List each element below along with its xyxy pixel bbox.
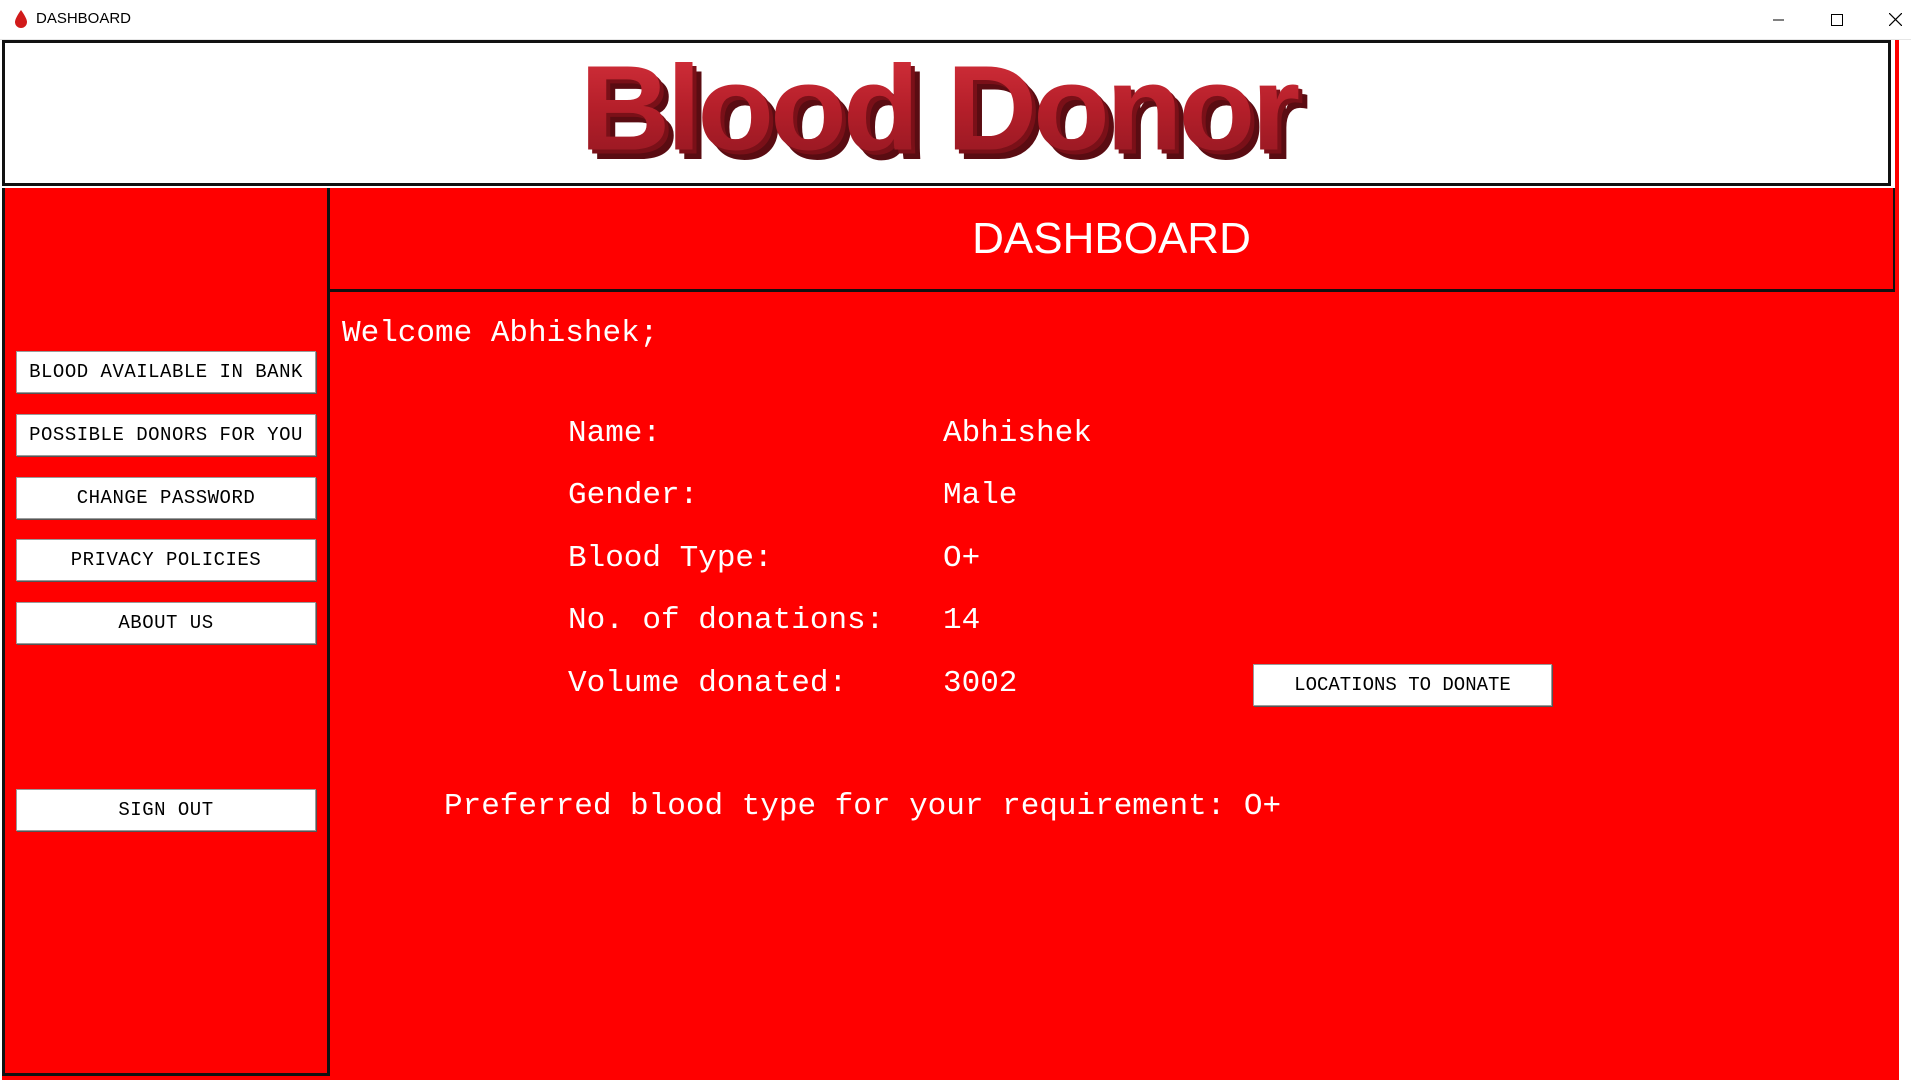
name-value: Abhishek [943,416,1092,451]
sign-out-button[interactable]: SIGN OUT [16,789,316,831]
gender-value: Male [943,478,1018,513]
logo-text: Blood Donor [580,43,1299,176]
minimize-button[interactable] [1750,0,1808,39]
welcome-text: Welcome Abhishek; [342,316,659,351]
maximize-icon [1831,13,1843,26]
close-button[interactable] [1866,0,1911,39]
name-label: Name: [568,416,662,451]
preferred-blood-type-text: Preferred blood type for your requiremen… [444,789,1282,824]
content-area: BLOOD AVAILABLE IN BANK POSSIBLE DONORS … [2,188,1897,1080]
minimize-icon [1773,19,1784,20]
banner: Blood Donor Blood Donor Blood Donor [2,40,1891,186]
title-bar: DASHBOARD [0,0,1911,40]
blood-type-value: O+ [943,541,981,576]
possible-donors-button[interactable]: POSSIBLE DONORS FOR YOU [16,414,316,456]
close-icon [1888,13,1902,26]
donations-count-value: 14 [943,603,981,638]
gender-label: Gender: [568,478,699,513]
window-border [1895,40,1899,1080]
locations-to-donate-button[interactable]: LOCATIONS TO DONATE [1253,664,1552,706]
maximize-button[interactable] [1808,0,1866,39]
page-title: DASHBOARD [972,213,1251,263]
blood-drop-icon [15,10,27,28]
change-password-button[interactable]: CHANGE PASSWORD [16,477,316,519]
privacy-policies-button[interactable]: PRIVACY POLICIES [16,539,316,581]
blood-available-button[interactable]: BLOOD AVAILABLE IN BANK [16,351,316,393]
blood-type-label: Blood Type: [568,541,773,576]
about-us-button[interactable]: ABOUT US [16,602,316,644]
window-edge [1897,40,1911,1080]
dashboard-header: DASHBOARD [330,188,1896,292]
donations-count-label: No. of donations: [568,603,885,638]
volume-donated-label: Volume donated: [568,666,848,701]
window-title: DASHBOARD [36,10,132,27]
app-window: DASHBOARD Blood Donor Blood Donor Blood … [0,0,1911,1080]
volume-donated-value: 3002 [943,666,1018,701]
sidebar: BLOOD AVAILABLE IN BANK POSSIBLE DONORS … [2,188,330,1076]
blood-donor-logo: Blood Donor Blood Donor Blood Donor [580,43,1312,183]
